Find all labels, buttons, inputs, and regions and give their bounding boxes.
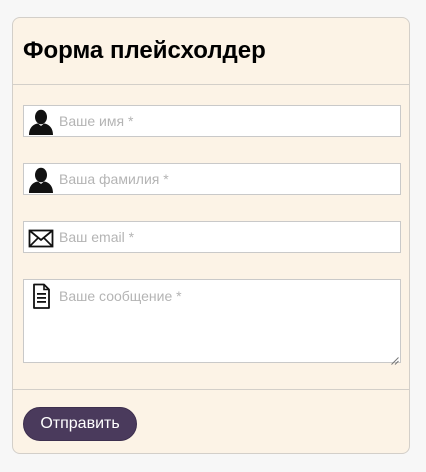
document-icon <box>27 283 55 309</box>
form-footer: Отправить <box>13 389 409 453</box>
form-title: Форма плейсхолдер <box>23 37 266 64</box>
first-name-field-wrapper <box>23 105 401 137</box>
message-field-wrapper <box>23 279 401 365</box>
resize-grip-icon[interactable] <box>390 352 399 365</box>
form-header: Форма плейсхолдер <box>13 18 409 85</box>
email-input[interactable] <box>59 222 397 252</box>
message-textarea[interactable] <box>59 287 397 361</box>
user-icon <box>27 167 55 193</box>
contact-form: Форма плейсхолдер Ваше имя * Ваша фамили… <box>12 17 410 454</box>
envelope-icon <box>27 225 55 251</box>
submit-button[interactable]: Отправить <box>23 407 137 441</box>
last-name-field-wrapper <box>23 163 401 195</box>
email-field-wrapper <box>23 221 401 253</box>
first-name-input[interactable] <box>59 106 397 136</box>
user-icon <box>27 109 55 135</box>
last-name-input[interactable] <box>59 164 397 194</box>
